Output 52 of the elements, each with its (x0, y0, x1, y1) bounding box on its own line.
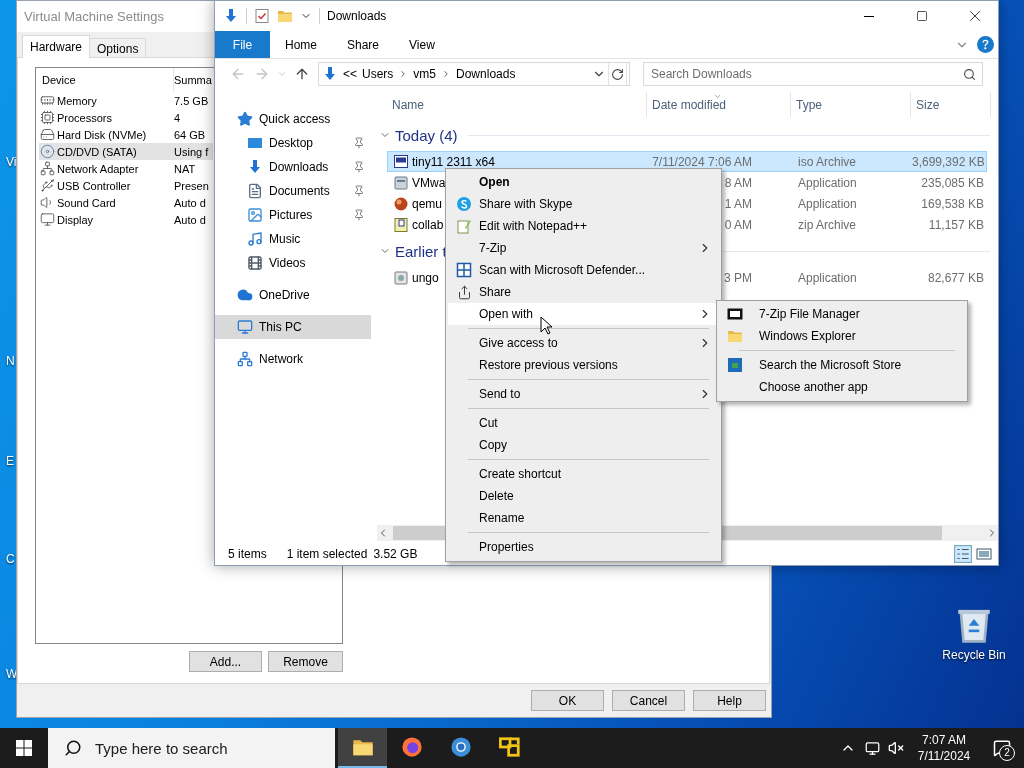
table-cell-text: 82,677 KB (926, 270, 985, 285)
table-cell: 7.5 GB (174, 94, 209, 107)
desktop-icon-label: N (6, 354, 15, 368)
clock-time: 7:07 AM (922, 732, 966, 748)
desktop-icon-label: Recycle Bin (942, 648, 1006, 662)
table-cell: 4 (174, 111, 181, 124)
table-cell: CD/DVD (SATA) (57, 145, 137, 158)
table-cell: Processors (57, 111, 113, 124)
table-cell: Memory (57, 94, 97, 107)
window-title: Virtual Machine Settings (24, 9, 164, 24)
column-header: Device (36, 68, 174, 92)
table-cell-text: Application (797, 175, 858, 190)
table-cell: Auto d (174, 213, 206, 226)
group-header: Today (4) (395, 126, 458, 144)
table-cell-text: iso Archive (797, 154, 858, 169)
table-cell: qemu (412, 196, 443, 211)
notification-count: 2 (999, 745, 1015, 761)
table-cell-text: Application (797, 270, 858, 285)
table-cell: USB Controller (57, 179, 131, 192)
clock-date: 7/11/2024 (917, 748, 971, 764)
table-cell-text: Application (797, 196, 858, 211)
status-text: 5 items (228, 547, 267, 561)
table-cell: Display (57, 213, 94, 226)
window-title: Downloads (327, 9, 387, 23)
table-cell: tiny11 2311 x64 (412, 154, 495, 169)
table-cell-text: 235,085 KB (920, 175, 985, 190)
table-cell: Using f (174, 145, 209, 158)
table-cell: Presen (174, 179, 209, 192)
table-cell-text: 3,699,392 KB (912, 154, 986, 169)
table-cell-text: 169,538 KB (920, 196, 985, 211)
status-text: 1 item selected (286, 547, 368, 561)
table-cell-text: 7/11/2024 7:06 AM (651, 154, 753, 169)
table-cell: 64 GB (174, 128, 206, 141)
desktop-icon-label: Vi (6, 155, 17, 169)
table-cell: ungo (412, 270, 439, 285)
table-cell: Sound Card (57, 196, 116, 209)
table-cell: collab (412, 217, 444, 232)
status-text: 3.52 GB (373, 547, 418, 561)
table-cell: VMwa (412, 175, 446, 190)
table-cell-text: 8 AM (723, 175, 753, 190)
table-cell-text: 3 PM (723, 270, 753, 285)
column-header: Summa (174, 73, 212, 88)
desktop-icon-label: C (6, 552, 15, 566)
table-cell: Network Adapter (57, 162, 139, 175)
table-cell-text: 1 AM (723, 196, 753, 211)
table-cell: NAT (174, 162, 196, 175)
table-cell-text: 11,157 KB (927, 217, 985, 232)
table-cell: Auto d (174, 196, 206, 209)
table-cell-text: 0 AM (723, 217, 753, 232)
table-cell-text: zip Archive (797, 217, 858, 232)
table-cell: Hard Disk (NVMe) (57, 128, 147, 141)
desktop-icon-label: E (6, 454, 14, 468)
